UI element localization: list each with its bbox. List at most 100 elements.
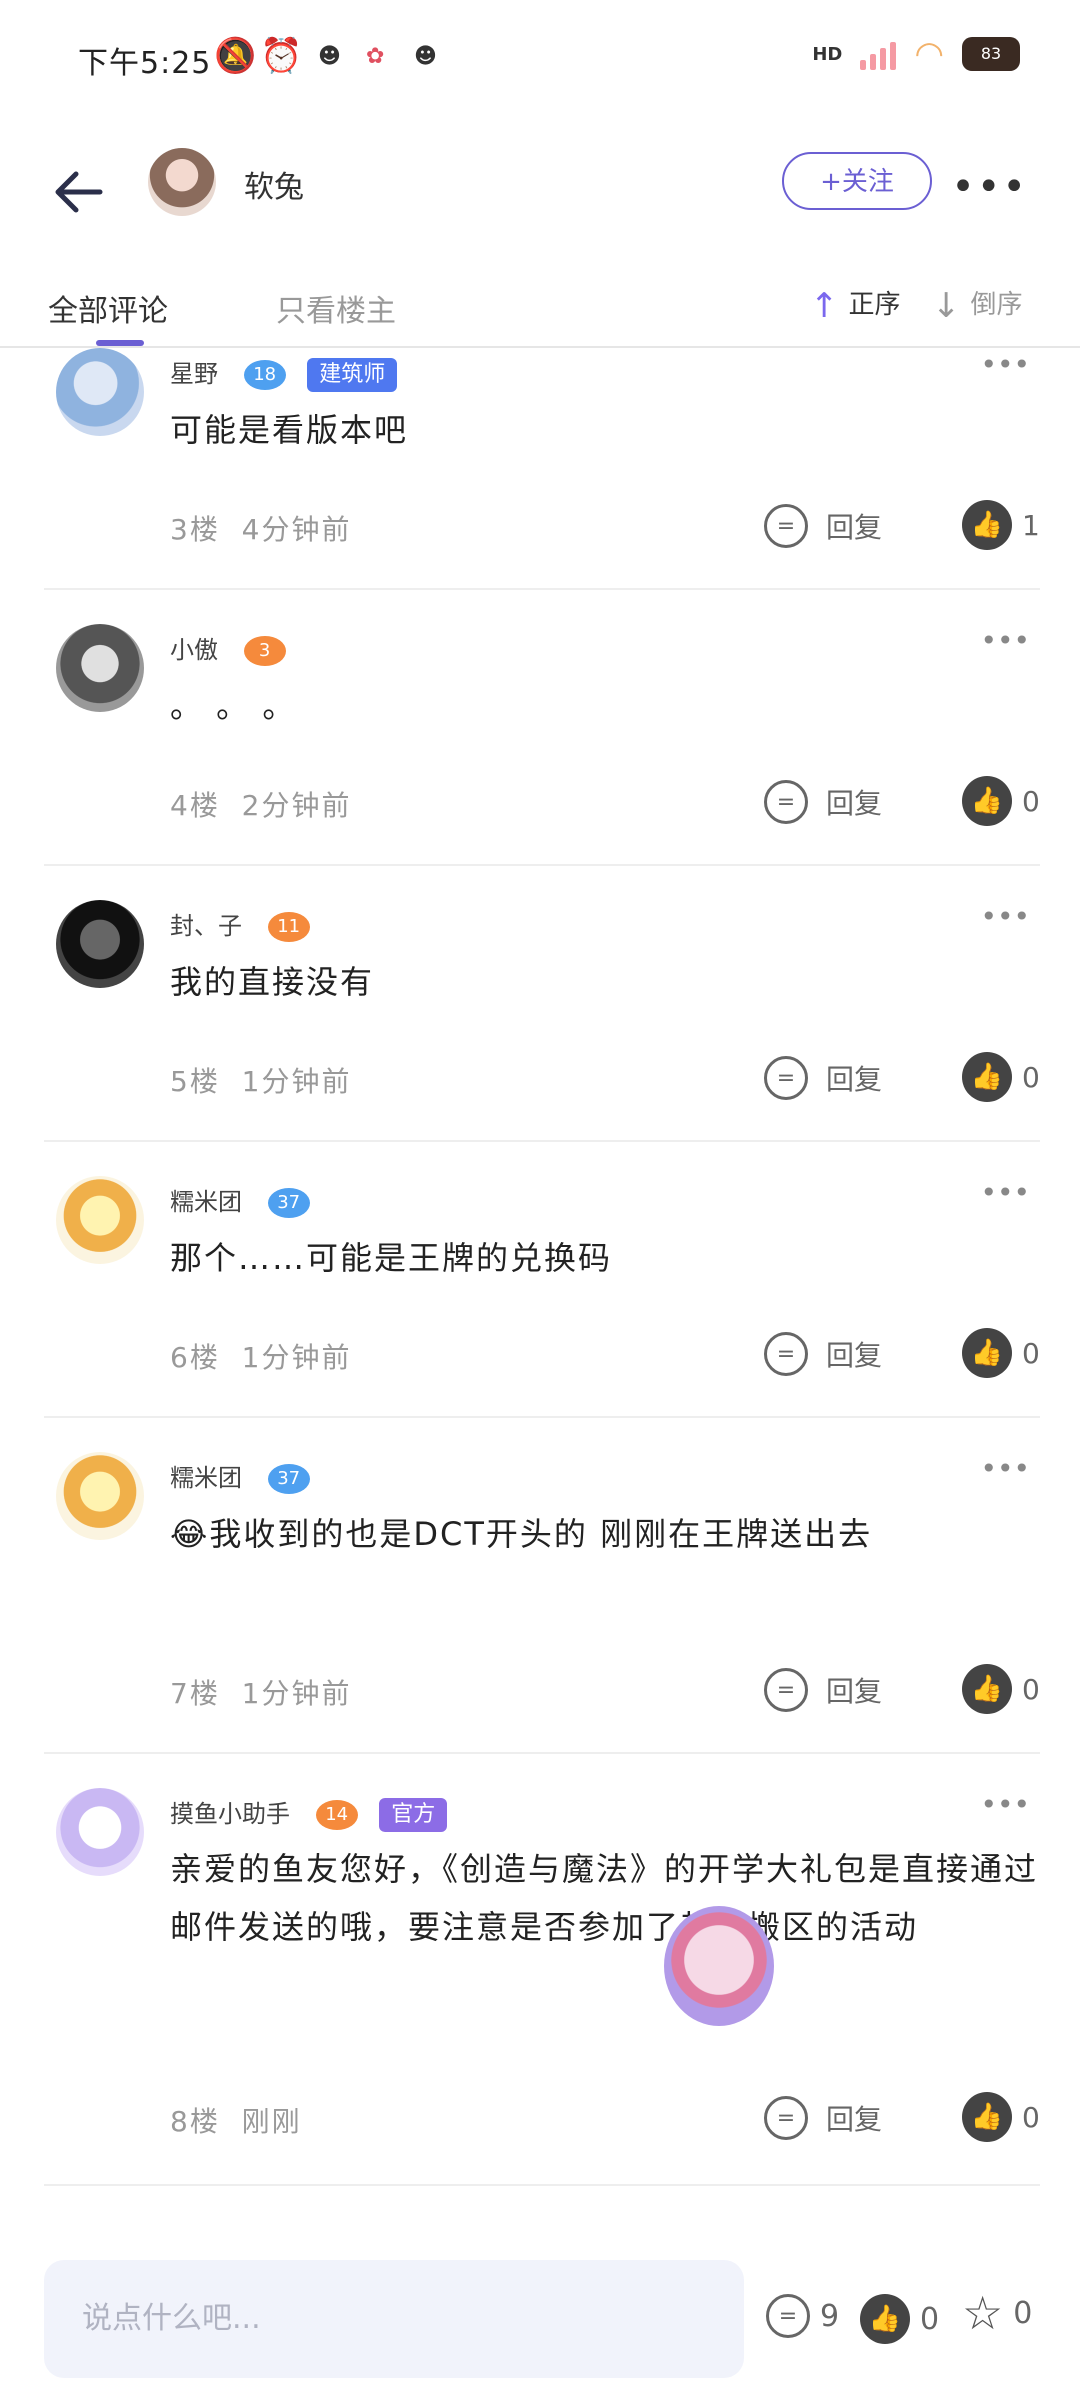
comment-meta: 4楼 2分钟前: [170, 784, 351, 824]
comment-more-icon[interactable]: •••: [980, 624, 1030, 657]
reply-bubble-icon: =: [764, 2096, 808, 2140]
reply-bubble-icon: =: [764, 1668, 808, 1712]
commenter-avatar[interactable]: [56, 348, 144, 436]
reply-button[interactable]: = 回复: [764, 504, 882, 548]
wifi-icon: ◠: [914, 34, 944, 74]
comment-text: 亲爱的鱼友您好，《创造与魔法》的开学大礼包是直接通过邮件发送的哦，要注意是否参加…: [170, 1850, 1039, 1946]
commenter-name[interactable]: 小傲: [170, 636, 218, 664]
comment-time: 1分钟前: [241, 1341, 352, 1374]
tab-all-comments[interactable]: 全部评论: [48, 286, 168, 330]
comment-item: 糯米团 37 ••• 😂我收到的也是DCT开头的 刚刚在王牌送出去 7楼 1分钟…: [44, 1452, 1040, 1754]
alarm-icon: ⏰: [260, 36, 303, 76]
commenter-avatar[interactable]: [56, 900, 144, 988]
reply-button[interactable]: = 回复: [764, 1668, 882, 1712]
like-button[interactable]: 👍 0: [962, 1052, 1040, 1102]
author-avatar[interactable]: [148, 148, 216, 216]
comment-more-icon[interactable]: •••: [980, 348, 1030, 381]
like-button[interactable]: 👍 0: [962, 2092, 1040, 2142]
reply-label: 回复: [826, 1339, 883, 1372]
mute-bell-icon: 🔕: [214, 36, 257, 76]
sort-descending-button[interactable]: ↓ 倒序: [932, 284, 1023, 326]
status-bar: 下午5:25 🔕 ⏰ ☻ ✿ ☻ HD ◠ 83: [0, 0, 1080, 110]
commenter-header: 糯米团 37: [170, 1182, 310, 1218]
comment-text: 😂我收到的也是DCT开头的 刚刚在王牌送出去: [170, 1515, 873, 1553]
commenter-avatar[interactable]: [56, 1788, 144, 1876]
like-button[interactable]: 👍 0: [962, 1328, 1040, 1378]
floor-number: 7楼: [170, 1677, 220, 1710]
comment-item: 星野 18 建筑师 ••• 可能是看版本吧 3楼 4分钟前 = 回复 👍 1: [44, 348, 1040, 590]
comments-count: 9: [820, 2298, 840, 2334]
comment-meta: 5楼 1分钟前: [170, 1060, 351, 1100]
commenter-name[interactable]: 星野: [170, 360, 218, 388]
star-icon: ☆: [962, 2286, 1004, 2340]
follow-button[interactable]: +关注: [782, 152, 932, 210]
level-badge: 18: [243, 360, 286, 390]
bottom-action-bar: 说点什么吧... = 9 👍 0 ☆ 0: [0, 2250, 1080, 2400]
like-count: 0: [1022, 1060, 1040, 1094]
reply-bubble-icon: =: [764, 1332, 808, 1376]
comment-text: 可能是看版本吧: [170, 411, 409, 449]
comment-more-icon[interactable]: •••: [980, 900, 1030, 933]
comment-meta: 8楼 刚刚: [170, 2100, 302, 2140]
level-badge: 37: [267, 1464, 310, 1494]
comment-text: 我的直接没有: [170, 963, 375, 1001]
comment-time: 1分钟前: [241, 1677, 352, 1710]
comment-time: 2分钟前: [241, 789, 352, 822]
comment-tabs: 全部评论 只看楼主 ↑ 正序 ↓ 倒序: [0, 270, 1080, 348]
favorite-button[interactable]: ☆ 0: [962, 2286, 1032, 2340]
like-button[interactable]: 👍 0: [962, 1664, 1040, 1714]
sort-desc-label: 倒序: [970, 290, 1023, 320]
comment-input[interactable]: 说点什么吧...: [44, 2260, 744, 2378]
sort-asc-label: 正序: [848, 290, 901, 320]
tab-author-only[interactable]: 只看楼主: [276, 286, 396, 330]
commenter-name[interactable]: 摸鱼小助手: [170, 1800, 290, 1828]
sticker-image: [664, 1906, 774, 2026]
comments-count-button[interactable]: = 9: [766, 2294, 839, 2338]
thumbs-up-icon: 👍: [860, 2294, 910, 2344]
thumbs-up-icon: 👍: [962, 1052, 1012, 1102]
comment-time: 刚刚: [241, 2105, 302, 2138]
commenter-avatar[interactable]: [56, 1176, 144, 1264]
like-button[interactable]: 👍 1: [962, 500, 1040, 550]
role-tag: 建筑师: [307, 358, 398, 392]
comment-time: 4分钟前: [241, 513, 352, 546]
commenter-name[interactable]: 糯米团: [170, 1464, 242, 1492]
comment-meta: 6楼 1分钟前: [170, 1336, 351, 1376]
comment-meta: 3楼 4分钟前: [170, 508, 351, 548]
commenter-header: 星野 18 建筑师: [170, 354, 398, 392]
comment-more-icon[interactable]: •••: [980, 1176, 1030, 1209]
commenter-avatar[interactable]: [56, 1452, 144, 1540]
hd-label: HD: [812, 43, 843, 65]
post-like-button[interactable]: 👍 0: [860, 2294, 939, 2344]
arrow-up-icon: ↑: [810, 285, 839, 326]
commenter-header: 糯米团 37: [170, 1458, 310, 1494]
comment-more-icon[interactable]: •••: [980, 1452, 1030, 1485]
thumbs-up-icon: 👍: [962, 776, 1012, 826]
reply-button[interactable]: = 回复: [764, 2096, 882, 2140]
reply-button[interactable]: = 回复: [764, 1056, 882, 1100]
commenter-name[interactable]: 封、子: [170, 912, 242, 940]
reply-button[interactable]: = 回复: [764, 780, 882, 824]
more-options-icon[interactable]: •••: [951, 164, 1028, 210]
like-button[interactable]: 👍 0: [962, 776, 1040, 826]
floor-number: 6楼: [170, 1341, 220, 1374]
reply-bubble-icon: =: [764, 780, 808, 824]
commenter-avatar[interactable]: [56, 624, 144, 712]
like-count: 0: [1022, 1336, 1040, 1370]
app-notification-icon: ☻: [318, 44, 341, 69]
sort-ascending-button[interactable]: ↑ 正序: [810, 284, 901, 326]
floor-number: 4楼: [170, 789, 220, 822]
post-header: 软兔 +关注 •••: [0, 140, 1080, 240]
reply-label: 回复: [826, 787, 883, 820]
comment-item: 糯米团 37 ••• 那个……可能是王牌的兑换码 6楼 1分钟前 = 回复 👍 0: [44, 1176, 1040, 1418]
reply-button[interactable]: = 回复: [764, 1332, 882, 1376]
comment-meta: 7楼 1分钟前: [170, 1672, 351, 1712]
comment-more-icon[interactable]: •••: [980, 1788, 1030, 1821]
thumbs-up-icon: 👍: [962, 500, 1012, 550]
thumbs-up-icon: 👍: [962, 2092, 1012, 2142]
reply-bubble-icon: =: [764, 1056, 808, 1100]
author-name[interactable]: 软兔: [244, 162, 304, 206]
back-arrow-icon[interactable]: [48, 160, 112, 224]
floor-number: 8楼: [170, 2105, 220, 2138]
commenter-name[interactable]: 糯米团: [170, 1188, 242, 1216]
